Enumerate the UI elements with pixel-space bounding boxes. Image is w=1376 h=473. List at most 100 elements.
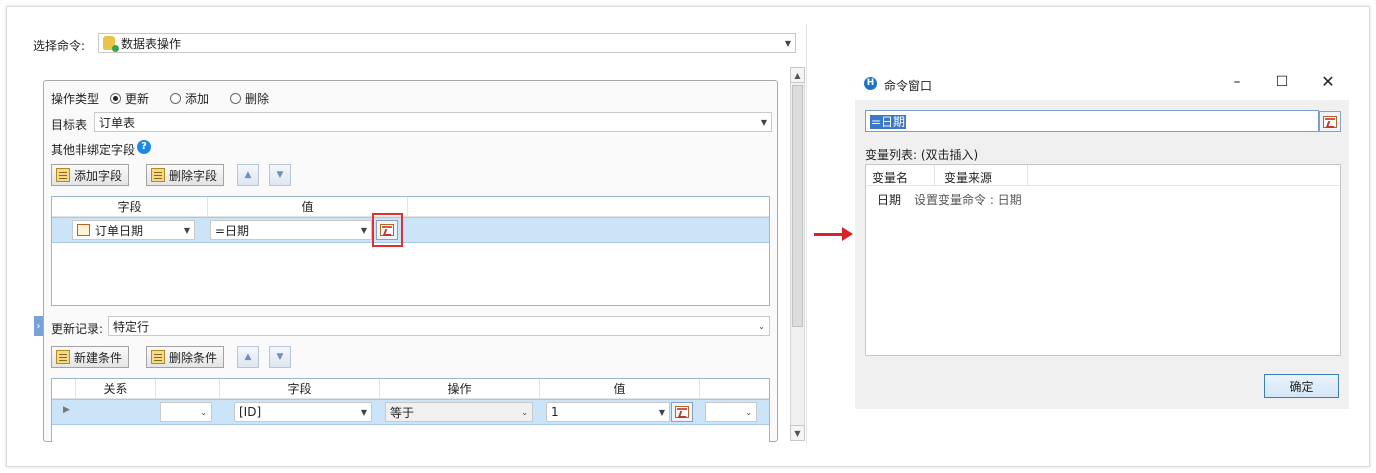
ok-button[interactable]: 确定 [1264,374,1339,398]
chevron-down-icon: ▼ [360,407,367,417]
maximize-icon[interactable]: ☐ [1267,74,1297,90]
col-divider [1027,165,1028,185]
select-command-label: 选择命令: [33,39,86,53]
scroll-thumb[interactable] [792,85,803,327]
red-arrow-shaft [814,233,844,236]
formula-text: =日期 [870,115,907,129]
row-field-combo[interactable]: 订单日期 ▼ [72,220,195,240]
cond-move-up-button[interactable]: ▲ [237,346,259,368]
add-field-button[interactable]: 添加字段 [51,164,130,186]
chevron-down-icon: ⌄ [758,321,765,331]
target-table-label: 目标表 [51,118,88,132]
var-list-label: 变量列表: (双击插入) [865,148,979,162]
cond-field-value: [ID] [239,405,262,419]
var-listbox[interactable]: 变量名 变量来源 日期 设置变量命令 : 日期 [865,164,1341,356]
chevron-down-icon: ⌄ [521,407,528,417]
cond-move-down-button[interactable]: ▼ [269,346,291,368]
field-grid: 字段 值 [51,196,770,306]
add-field-label: 添加字段 [74,168,123,183]
new-condition-label: 新建条件 [74,350,123,365]
formula-editor-button[interactable] [376,220,398,240]
radio-delete-dot [230,93,241,104]
delete-field-icon [151,168,165,182]
field-grid-header: 字段 值 [52,197,769,217]
radio-delete[interactable]: 删除 [230,90,269,107]
radio-add-dot [170,93,181,104]
condition-grid-header-gutter [52,379,76,399]
cond-value-combo[interactable]: 1 ▼ [546,402,670,422]
chevron-down-icon: ▼ [658,407,665,417]
select-command-value: 数据表操作 [121,36,182,51]
cond-op-value: 等于 [390,405,415,420]
cond-field-combo[interactable]: [ID] ▼ [234,402,372,422]
chevron-down-icon: ▼ [183,225,190,235]
col-divider [934,165,935,185]
scroll-down-button[interactable]: ▼ [790,425,805,441]
radio-update-dot [110,93,121,104]
move-up-button[interactable]: ▲ [237,164,259,186]
radio-update-label: 更新 [125,92,150,106]
chevron-down-icon: ⌄ [200,407,207,417]
formula-icon [380,224,394,236]
radio-add[interactable]: 添加 [170,90,209,107]
delete-condition-icon [151,350,165,364]
var-col-source: 变量来源 [944,171,993,185]
chevron-down-icon: ▼ [360,225,367,235]
side-expand-tab[interactable]: › [34,316,43,336]
update-records-value: 特定行 [113,319,150,334]
move-down-button[interactable]: ▼ [269,164,291,186]
condition-grid-header-blank [156,379,220,399]
row-value-combo[interactable]: =日期 ▼ [210,220,372,240]
radio-delete-label: 删除 [245,92,270,106]
radio-add-label: 添加 [185,92,210,106]
var-row-name: 日期 [877,193,902,207]
minimize-icon[interactable]: – [1222,74,1252,90]
dialog-formula-button[interactable] [1319,111,1341,132]
table-icon [77,224,90,236]
cond-op-combo[interactable]: 等于 ⌄ [385,402,533,422]
cond-formula-button[interactable] [671,402,693,422]
target-table-value: 订单表 [99,115,136,130]
update-records-label: 更新记录: [51,322,104,336]
row-indicator-icon: ▶ [63,405,70,415]
database-icon [103,36,119,52]
add-field-icon [56,168,70,182]
delete-condition-button[interactable]: 删除条件 [146,346,225,368]
condition-grid-header-relation: 关系 [76,379,156,399]
new-condition-icon [56,350,70,364]
other-fields-label: 其他非绑定字段 [51,143,136,157]
app-logo-icon: H [864,77,877,90]
formula-icon [1323,115,1337,128]
condition-grid-header-op: 操作 [380,379,540,399]
chevron-down-icon: ⌄ [745,407,752,417]
delete-field-label: 删除字段 [169,168,218,183]
chevron-down-icon: ▼ [784,38,791,48]
update-records-combo[interactable]: 特定行 ⌄ [108,316,770,336]
cond-extra-combo[interactable]: ⌄ [705,402,757,422]
op-type-label: 操作类型 [51,92,100,106]
formula-input[interactable]: =日期 [865,110,1319,132]
condition-grid-header-value: 值 [540,379,700,399]
delete-condition-label: 删除条件 [169,350,218,365]
row-value-text: =日期 [215,223,250,238]
condition-grid-header-extra [700,379,769,399]
radio-update[interactable]: 更新 [110,90,149,107]
select-command-combo[interactable]: 数据表操作 ▼ [98,33,796,53]
var-row-source: 设置变量命令 : 日期 [914,193,1022,207]
scroll-up-button[interactable]: ▲ [790,67,805,83]
cond-value-text: 1 [551,405,559,419]
var-row[interactable]: 日期 设置变量命令 : 日期 [866,189,1340,207]
var-list-header: 变量名 变量来源 [866,165,1340,186]
field-grid-header-field: 字段 [52,197,208,217]
cond-relation-combo[interactable]: ⌄ [160,402,212,422]
row-field-value: 订单日期 [95,223,144,238]
panel-divider [806,24,807,444]
new-condition-button[interactable]: 新建条件 [51,346,130,368]
dialog-title: 命令窗口 [884,79,933,93]
close-icon[interactable]: ✕ [1313,72,1343,91]
help-icon[interactable]: ? [137,140,151,154]
target-table-combo[interactable]: 订单表 ▼ [94,112,772,132]
delete-field-button[interactable]: 删除字段 [146,164,225,186]
chevron-down-icon: ▼ [760,117,767,127]
var-col-name: 变量名 [872,171,909,185]
